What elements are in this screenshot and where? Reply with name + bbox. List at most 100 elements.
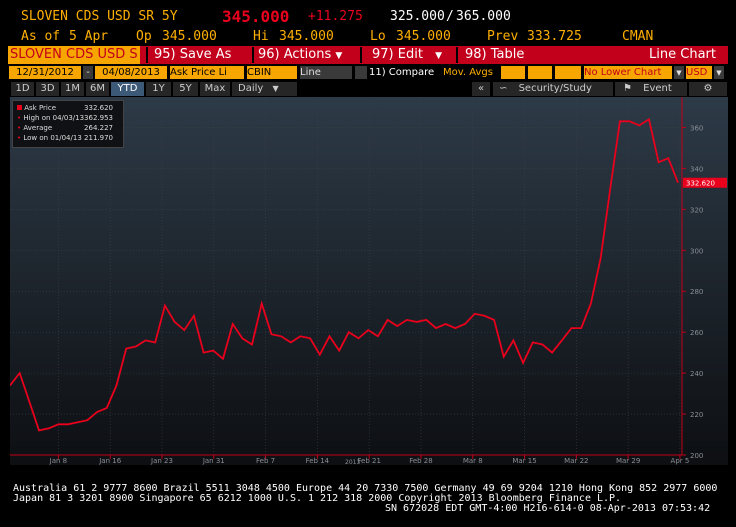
last-price-text: 332.620 — [686, 180, 715, 188]
asof-label: As of — [21, 29, 61, 44]
x-tick-label: Mar 8 — [463, 457, 483, 465]
toolbar-divider — [360, 47, 362, 63]
toolbar-divider — [252, 47, 254, 63]
security-study-label: Security/Study — [518, 83, 592, 94]
y-tick-label: 280 — [690, 288, 703, 296]
tab-6m[interactable]: 6M — [86, 82, 109, 96]
bid-ask-separator: / — [446, 9, 454, 24]
high-label: Hi — [253, 29, 269, 44]
chart-type-select[interactable]: Line — [300, 66, 352, 79]
table-button[interactable]: 98) Table — [465, 46, 524, 64]
collapse-button[interactable]: « — [472, 82, 490, 96]
edit-label: 97) Edit — [372, 47, 423, 62]
security-study-button[interactable]: ∽ Security/Study — [493, 82, 613, 96]
price-field-select[interactable]: Ask Price Li — [170, 66, 244, 79]
y-tick-label: 320 — [690, 206, 703, 214]
x-tick-label: Jan 23 — [150, 457, 173, 465]
tab-ytd[interactable]: YTD — [111, 82, 144, 96]
footer-session-info: SN 672028 EDT GMT-4:00 H216-614-0 08-Apr… — [385, 503, 711, 514]
pricing-source: CMAN — [622, 29, 654, 44]
blank-field-1[interactable] — [501, 66, 525, 79]
gear-icon: ⚙ — [703, 83, 713, 94]
legend-low-value: 211.970 — [84, 134, 113, 142]
bid-price: 325.000 — [390, 9, 445, 24]
x-tick-label: Mar 29 — [616, 457, 640, 465]
price-change: +11.275 — [308, 9, 363, 24]
legend-average-label: Average — [23, 124, 53, 132]
chart-line-icon: ∽ — [499, 83, 508, 94]
tab-max[interactable]: Max — [200, 82, 230, 96]
flag-icon: ⚑ — [623, 83, 632, 94]
start-date-field[interactable]: 12/31/2012 — [9, 66, 81, 79]
mov-avgs-button[interactable]: Mov. Avgs — [443, 66, 499, 79]
y-tick-label: 300 — [690, 247, 703, 255]
chevron-down-icon: ▼ — [716, 69, 722, 77]
actions-label: 96) Actions — [258, 47, 332, 62]
save-as-button[interactable]: 95) Save As — [154, 46, 231, 64]
event-button[interactable]: ⚑ Event — [615, 82, 687, 96]
legend-high-label: High on 04/03/13 — [23, 114, 85, 122]
settings-button[interactable]: ⚙ — [689, 82, 727, 96]
currency-field[interactable]: USD — [686, 66, 712, 79]
x-tick-label: Jan 16 — [98, 457, 121, 465]
ticker-field[interactable]: SLOVEN CDS USD S — [8, 46, 140, 64]
x-tick-label: Feb 14 — [306, 457, 330, 465]
tab-1m[interactable]: 1M — [61, 82, 84, 96]
blank-field-2[interactable] — [528, 66, 552, 79]
last-price-label: 332.620 — [683, 177, 727, 188]
lower-chart-arrow[interactable]: ▼ — [674, 66, 684, 79]
prev-value: 333.725 — [527, 29, 582, 44]
y-tick-label: 340 — [690, 165, 703, 173]
toolbar-divider — [456, 47, 458, 63]
frequency-select[interactable]: Daily ▼ — [232, 82, 297, 96]
y-tick-label: 360 — [690, 124, 703, 132]
tab-1d[interactable]: 1D — [11, 82, 34, 96]
event-label: Event — [643, 83, 672, 94]
asof-date: 5 Apr — [69, 29, 109, 44]
view-mode-label: Line Chart — [649, 47, 716, 62]
legend-swatch — [17, 105, 22, 110]
chart-type-arrow[interactable] — [355, 66, 367, 79]
y-tick-label: 220 — [690, 411, 703, 419]
security-name: SLOVEN CDS USD SR 5Y — [21, 9, 178, 24]
actions-menu[interactable]: 96) Actions ▼ — [258, 46, 353, 64]
low-label: Lo — [370, 29, 386, 44]
source-field[interactable]: CBIN — [247, 66, 297, 79]
tab-1y[interactable]: 1Y — [146, 82, 171, 96]
x-tick-label: Feb 28 — [409, 457, 433, 465]
legend-dot-icon: • — [17, 114, 22, 122]
end-date-field[interactable]: 04/08/2013 — [95, 66, 167, 79]
price-chart[interactable]: Jan 8 Jan 16 Jan 23 Jan 31 Feb 7 Feb 14 Feb 21… — [10, 97, 728, 465]
open-value: 345.000 — [162, 29, 217, 44]
low-value: 345.000 — [396, 29, 451, 44]
edit-menu[interactable]: 97) Edit ▼ — [372, 46, 452, 64]
legend-dot-icon: • — [17, 134, 22, 142]
frequency-label: Daily — [238, 83, 264, 94]
chevron-down-icon: ▼ — [676, 69, 682, 77]
legend-ask-label: Ask Price — [24, 104, 57, 112]
x-tick-label: Jan 8 — [49, 457, 67, 465]
legend-average-value: 264.227 — [84, 124, 113, 132]
compare-button[interactable]: 11) Compare — [369, 66, 441, 79]
currency-arrow[interactable]: ▼ — [714, 66, 724, 79]
blank-field-3[interactable] — [555, 66, 581, 79]
function-toolbar: SLOVEN CDS USD S 95) Save As 96) Actions… — [8, 46, 728, 64]
x-tick-label: Apr 5 — [671, 457, 690, 465]
legend-low-label: Low on 01/04/13 — [23, 134, 82, 142]
last-price: 345.000 — [222, 7, 290, 26]
period-tabs: 1D 3D 1M 6M YTD 1Y 5Y Max Daily ▼ « ∽ Se… — [11, 82, 727, 96]
chevron-down-icon: ▼ — [435, 51, 442, 61]
prev-label: Prev — [487, 29, 519, 44]
tab-5y[interactable]: 5Y — [173, 82, 198, 96]
chevron-down-icon: ▼ — [272, 84, 279, 93]
tab-3d[interactable]: 3D — [36, 82, 59, 96]
legend-dot-icon: • — [17, 124, 22, 132]
lower-chart-select[interactable]: No Lower Chart — [584, 66, 672, 79]
y-tick-label: 240 — [690, 370, 703, 378]
x-tick-label: Feb 7 — [256, 457, 275, 465]
x-tick-label: Feb 21 — [357, 457, 381, 465]
legend-ask-value: 332.620 — [84, 104, 113, 112]
x-year-label: 2013 — [345, 459, 360, 465]
legend-low-row: • Low on 01/04/13 211.970 — [17, 134, 119, 143]
x-tick-label: Mar 15 — [512, 457, 536, 465]
